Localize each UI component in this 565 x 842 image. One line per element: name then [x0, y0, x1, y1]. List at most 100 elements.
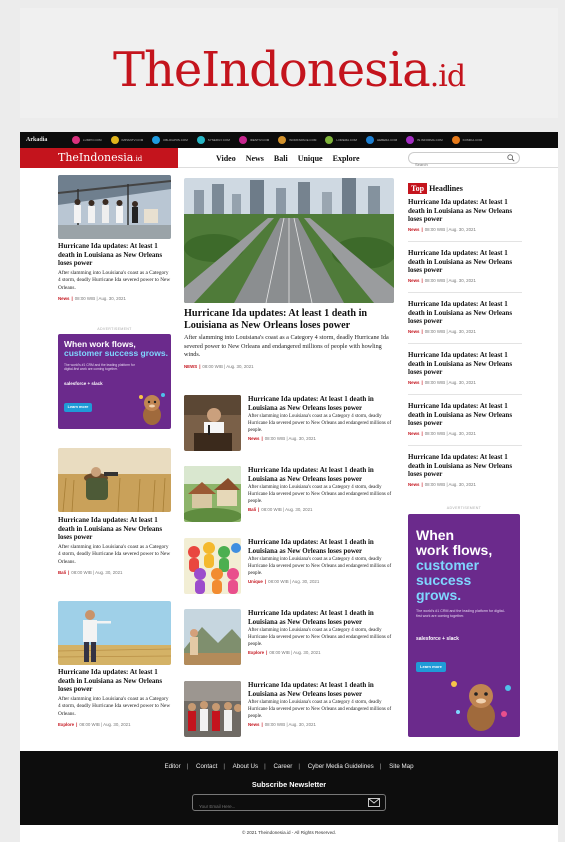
category-label[interactable]: News — [408, 227, 419, 232]
mail-icon[interactable] — [368, 798, 380, 807]
featured-excerpt: After slamming into Louisiana's coast as… — [184, 334, 389, 359]
nav-link-bali[interactable]: Bali — [274, 154, 288, 163]
advertisement-banner[interactable]: When work flows, customer success grows.… — [408, 514, 520, 737]
category-label[interactable]: Unique — [248, 579, 263, 584]
highway-city-image — [184, 178, 394, 303]
nav-logo[interactable]: TheIndonesia.id — [20, 148, 178, 168]
nav-link-video[interactable]: Video — [216, 154, 236, 163]
list-article: Hurricane Ida updates: At least 1 death … — [248, 466, 396, 512]
category-label[interactable]: News — [408, 329, 419, 334]
field-man-image — [58, 601, 171, 665]
article-title[interactable]: Hurricane Ida updates: At least 1 death … — [58, 668, 172, 694]
search-icon[interactable] — [507, 154, 515, 162]
mascot-icon — [451, 681, 511, 731]
category-label[interactable]: Bali — [248, 507, 256, 512]
network-site[interactable]: IDENTIV.COM — [238, 136, 269, 144]
advertisement-banner[interactable]: When work flows, customer success grows.… — [58, 334, 171, 429]
category-label[interactable]: News — [248, 722, 259, 727]
ceremony-image — [58, 175, 171, 239]
article-title[interactable]: Hurricane Ida updates: At least 1 death … — [248, 395, 396, 412]
footer-link-contact[interactable]: Contact — [196, 763, 217, 770]
footer-link-guidelines[interactable]: Cyber Media Guidelines — [308, 763, 374, 770]
footer: Editor | Contact | About Us | Career | Cyber… — [20, 751, 558, 825]
article-thumbnail[interactable] — [184, 466, 241, 522]
article-thumbnail[interactable] — [184, 681, 241, 737]
ad-learn-more-button[interactable]: Learn more — [64, 403, 92, 412]
nav-link-explore[interactable]: Explore — [333, 154, 360, 163]
headline-meta: News | 08:00 WIB | Aug. 30, 2021 — [408, 481, 476, 487]
list-article: Hurricane Ida updates: At least 1 death … — [248, 681, 396, 727]
article-thumbnail[interactable] — [184, 609, 241, 665]
top-headlines-header: Top Headlines — [408, 178, 463, 196]
category-label[interactable]: News — [408, 278, 419, 283]
article-meta: News | 08:00 WIB | Aug. 30, 2021 — [248, 436, 316, 441]
ad-partners: salesforce + slack — [416, 636, 459, 642]
featured-title[interactable]: Hurricane Ida updates: At least 1 death … — [184, 308, 396, 331]
search-input[interactable] — [409, 159, 499, 170]
category-label[interactable]: Explore — [58, 722, 74, 727]
ad-headline-accent: success — [416, 572, 472, 588]
network-site[interactable]: SYNERGY.COM — [196, 136, 230, 144]
network-brand[interactable]: Arkadia — [26, 137, 72, 143]
headline-title[interactable]: Hurricane Ida updates: At least 1 death … — [408, 402, 522, 428]
headline-title[interactable]: Hurricane Ida updates: At least 1 death … — [408, 249, 522, 275]
headline-title[interactable]: Hurricane Ida updates: At least 1 death … — [408, 300, 522, 326]
network-site[interactable]: LUMPO.COM — [72, 136, 102, 144]
article-thumbnail[interactable] — [58, 175, 171, 239]
headline-title[interactable]: Hurricane Ida updates: At least 1 death … — [408, 351, 522, 377]
article-title[interactable]: Hurricane Ida updates: At least 1 death … — [248, 538, 396, 555]
search-box — [408, 152, 520, 170]
network-site[interactable]: IMPIANTV.COM — [110, 136, 143, 144]
category-label[interactable]: Bali — [58, 570, 66, 575]
copyright: © 2021 Theindonesia.id - All Rights Rese… — [242, 830, 336, 835]
footer-link-sitemap[interactable]: Site Map — [389, 763, 413, 770]
ad-learn-more-button[interactable]: Learn more — [416, 662, 446, 672]
footer-link-career[interactable]: Career — [273, 763, 292, 770]
email-field[interactable] — [193, 799, 353, 814]
divider — [408, 343, 522, 344]
category-label[interactable]: News — [408, 380, 419, 385]
site-logo[interactable]: TheIndonesia.id — [20, 42, 558, 98]
featured-meta: NEWS | 08:00 WIB | Aug. 30, 2021 — [184, 363, 254, 369]
headline-item: Hurricane Ida updates: At least 1 death … — [408, 351, 522, 395]
article-title[interactable]: Hurricane Ida updates: At least 1 death … — [248, 609, 396, 626]
network-site[interactable]: HEBERA.COM — [365, 136, 397, 144]
category-label[interactable]: News — [408, 431, 419, 436]
article-title[interactable]: Hurricane Ida updates: At least 1 death … — [58, 516, 172, 542]
article-title[interactable]: Hurricane Ida updates: At least 1 death … — [248, 681, 396, 698]
footer-link-editor[interactable]: Editor — [164, 763, 180, 770]
network-site[interactable]: WORKSPACE.COM — [278, 136, 316, 144]
category-label[interactable]: News — [408, 482, 419, 487]
category-label[interactable]: News — [58, 296, 69, 301]
nav-link-unique[interactable]: Unique — [298, 154, 323, 163]
category-label[interactable]: Explore — [248, 650, 264, 655]
article-title[interactable]: Hurricane Ida updates: At least 1 death … — [248, 466, 396, 483]
headline-title[interactable]: Hurricane Ida updates: At least 1 death … — [408, 198, 522, 224]
nav-link-news[interactable]: News — [246, 154, 264, 163]
footer-link-about[interactable]: About Us — [233, 763, 258, 770]
category-label[interactable]: NEWS — [184, 364, 197, 369]
site-icon — [152, 136, 161, 144]
network-site[interactable]: KBLOGPOS.COM — [152, 136, 188, 144]
divider — [408, 292, 522, 293]
headline-item: Hurricane Ida updates: At least 1 death … — [408, 402, 522, 446]
article-thumbnail[interactable] — [58, 601, 171, 665]
headline-title[interactable]: Hurricane Ida updates: At least 1 death … — [408, 453, 522, 479]
divider — [408, 445, 522, 446]
article-thumbnail[interactable] — [184, 538, 241, 594]
article-meta: Bali | 08:00 WIB | Aug. 30, 2021 — [248, 507, 313, 512]
article-excerpt: After slamming into Louisiana's coast as… — [248, 414, 392, 433]
article-excerpt: After slamming into Louisiana's coast as… — [58, 695, 171, 717]
list-article: Hurricane Ida updates: At least 1 death … — [248, 395, 396, 441]
site-icon — [406, 136, 415, 144]
featured-image[interactable] — [184, 178, 394, 303]
category-label[interactable]: News — [248, 436, 259, 441]
network-site[interactable]: LOREMA.COM — [325, 136, 357, 144]
article-title[interactable]: Hurricane Ida updates: At least 1 death … — [58, 242, 172, 268]
article-thumbnail[interactable] — [184, 395, 241, 451]
network-site[interactable]: KOMIKA.COM — [451, 136, 482, 144]
site-icon — [238, 136, 247, 144]
network-site[interactable]: IN.INFORMA.COM — [406, 136, 443, 144]
article-thumbnail[interactable] — [58, 448, 171, 512]
top-badge: Top — [408, 183, 428, 194]
